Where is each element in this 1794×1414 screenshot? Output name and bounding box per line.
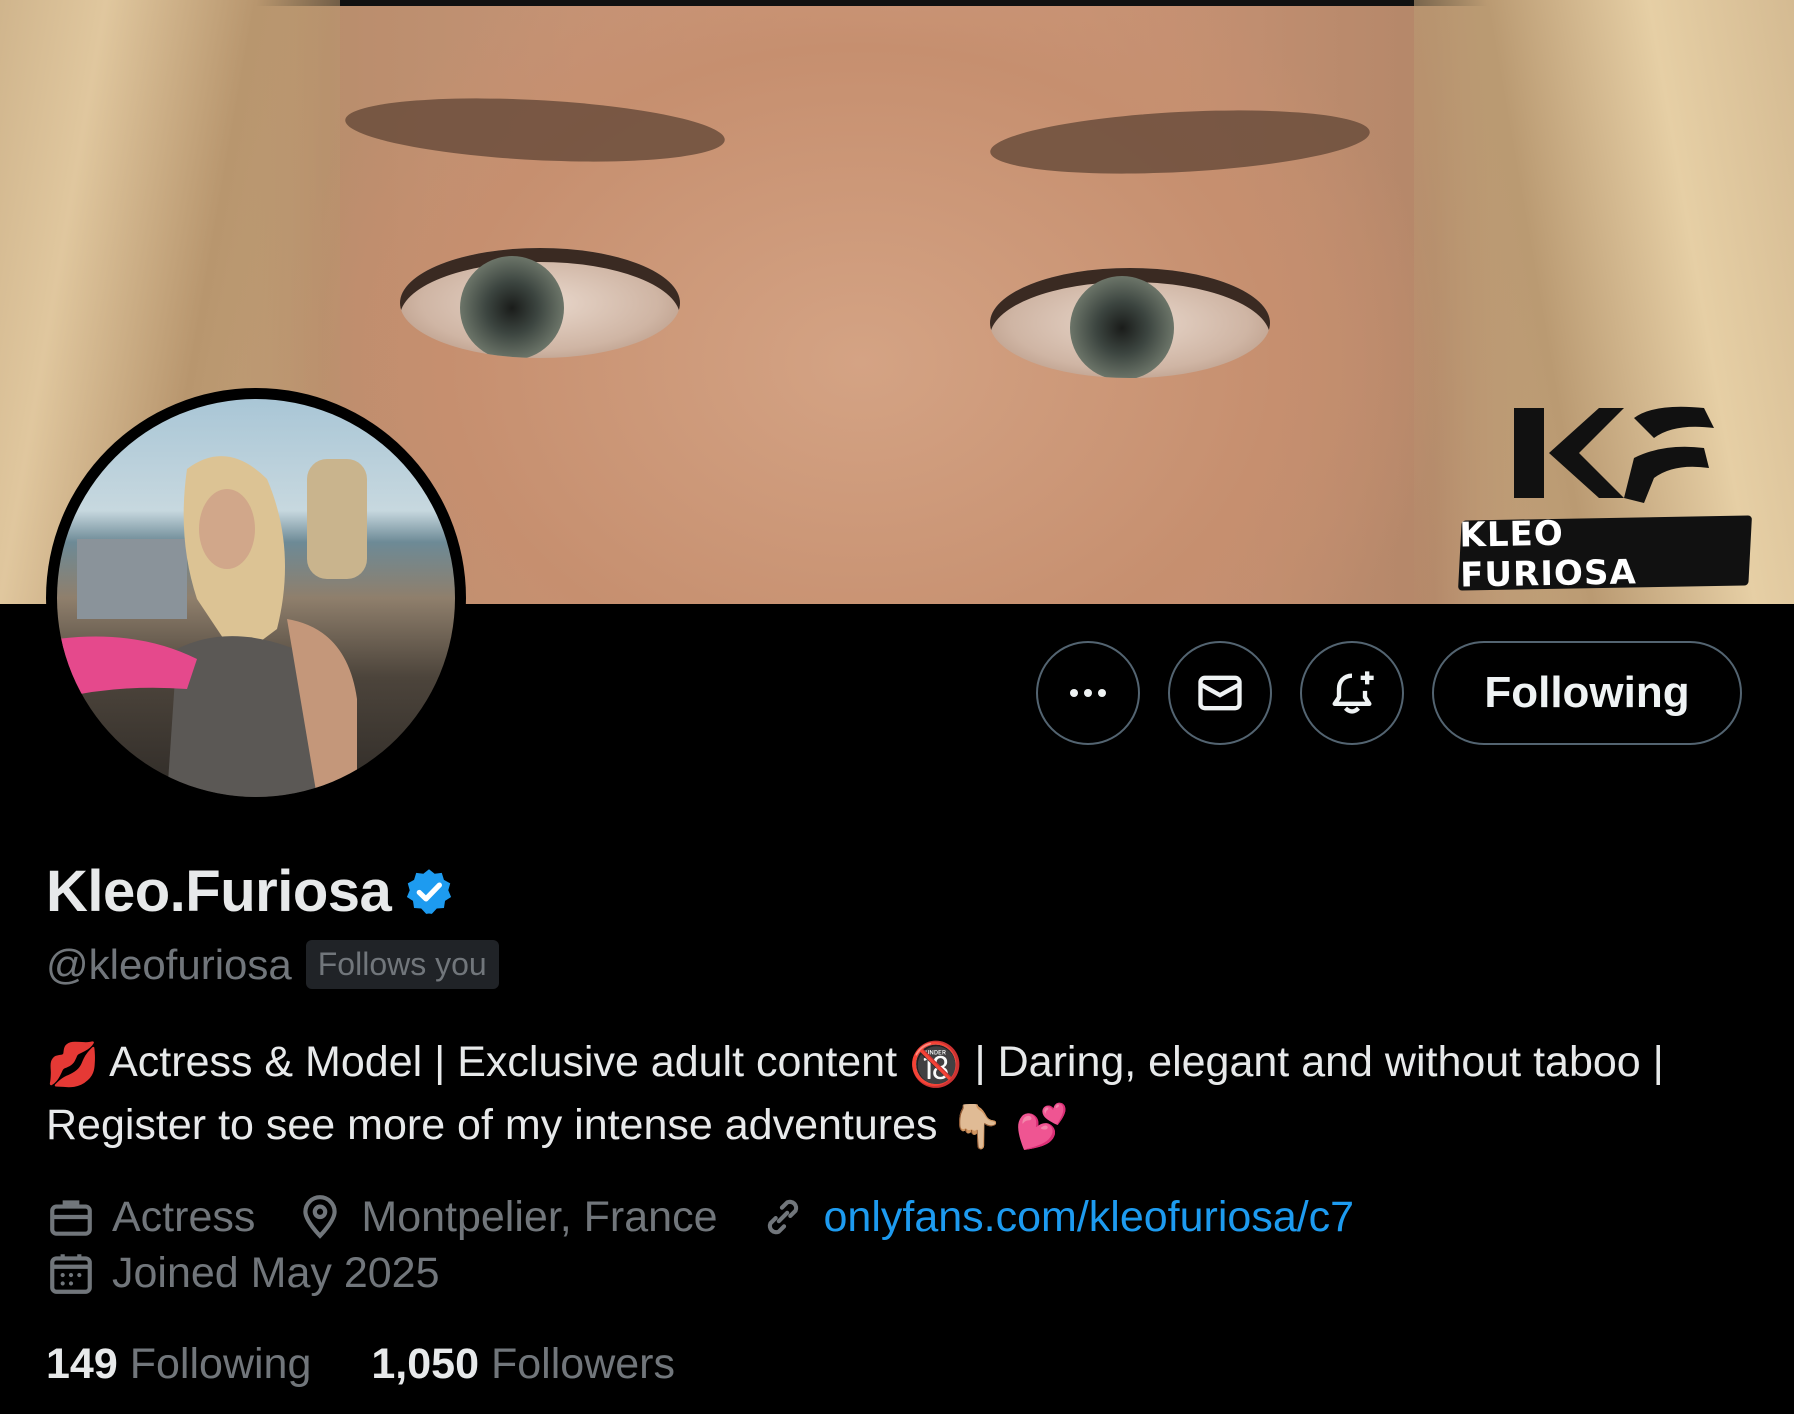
pointing-down-emoji: 👇🏼 <box>949 1102 1003 1153</box>
link-icon <box>767 1199 798 1235</box>
joined-text: Joined May 2025 <box>112 1248 440 1297</box>
notifications-button[interactable] <box>1300 641 1404 745</box>
location-pin-icon <box>303 1195 338 1239</box>
profession-text: Actress <box>112 1192 256 1241</box>
more-options-button[interactable] <box>1036 641 1140 745</box>
kf-logo-icon <box>1514 406 1714 503</box>
two-hearts-emoji: 💕 <box>1014 1102 1069 1153</box>
profession-item: Actress <box>46 1192 255 1242</box>
following-button[interactable]: Following <box>1432 641 1742 745</box>
banner-eye-left <box>400 248 680 358</box>
avatar-photo-icon <box>57 456 367 797</box>
profile-stats: 149 Following 1,050 Followers <box>46 1340 735 1389</box>
bell-plus-icon <box>1332 671 1374 714</box>
follows-you-badge: Follows you <box>305 940 499 989</box>
joined-item: Joined May 2025 <box>46 1248 440 1298</box>
message-button[interactable] <box>1168 641 1272 745</box>
profile-avatar[interactable] <box>46 388 466 808</box>
profile-bio: 💋 Actress & Model | Exclusive adult cont… <box>46 1032 1686 1157</box>
handle-row: @kleofuriosa Follows you <box>46 940 499 989</box>
lips-emoji: 💋 <box>46 1039 100 1090</box>
bio-text-1: Actress & Model | Exclusive adult conten… <box>109 1038 898 1086</box>
followers-count: 1,050 <box>371 1340 479 1388</box>
following-label: Following <box>129 1340 312 1388</box>
banner-logo-text: KLEO FURIOSA <box>1459 513 1638 596</box>
followers-stat[interactable]: 1,050 Followers <box>371 1340 675 1389</box>
banner-eyebrow-right <box>988 102 1372 182</box>
website-item[interactable]: onlyfans.com/kleofuriosa/c7 <box>758 1192 1355 1242</box>
banner-logo-plate: KLEO FURIOSA <box>1458 514 1752 595</box>
envelope-icon <box>1198 675 1242 711</box>
followers-label: Followers <box>491 1340 675 1388</box>
display-name-text: Kleo.Furiosa <box>46 859 392 924</box>
user-handle: @kleofuriosa <box>46 940 292 988</box>
ellipsis-icon <box>1070 689 1106 697</box>
location-item: Montpelier, France <box>295 1192 718 1242</box>
avatar-image[interactable] <box>57 399 455 797</box>
profile-joined-row: Joined May 2025 <box>46 1248 480 1298</box>
profile-meta-row: Actress Montpelier, France onlyfans.com/… <box>46 1192 1394 1242</box>
display-name: Kleo.Furiosa <box>46 858 455 925</box>
following-stat[interactable]: 149 Following <box>46 1340 311 1389</box>
location-text: Montpelier, France <box>361 1192 718 1241</box>
no-under-18-emoji: 🔞 <box>909 1039 963 1090</box>
banner-logo: KLEO FURIOSA <box>1458 398 1752 595</box>
following-count: 149 <box>46 1340 118 1388</box>
banner-eye-right <box>990 268 1270 378</box>
banner-eyebrow-left <box>343 90 727 170</box>
calendar-icon <box>50 1254 92 1294</box>
verified-badge-icon[interactable] <box>403 866 455 918</box>
website-link[interactable]: onlyfans.com/kleofuriosa/c7 <box>824 1193 1355 1242</box>
briefcase-icon <box>50 1200 92 1236</box>
